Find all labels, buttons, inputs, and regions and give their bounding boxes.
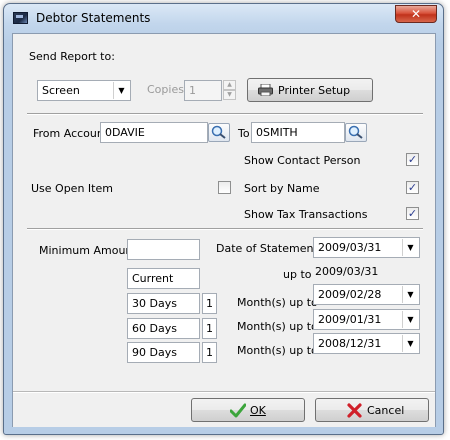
aging-60-months-input[interactable]: 1 bbox=[202, 318, 217, 339]
minimum-amount-label: Minimum Amount bbox=[39, 244, 137, 257]
show-tax-label: Show Tax Transactions bbox=[244, 208, 368, 221]
aging-30-label-field[interactable]: 30 Days bbox=[127, 293, 200, 314]
cancel-button[interactable]: Cancel bbox=[315, 398, 429, 422]
dialog-body: Send Report to: Screen ▼ Copies: 1 ▲ ▼ P… bbox=[12, 33, 436, 427]
show-contact-checkbox[interactable]: ✓ bbox=[406, 153, 419, 166]
destination-value: Screen bbox=[42, 84, 80, 97]
show-tax-checkbox[interactable]: ✓ bbox=[406, 207, 419, 220]
from-account-input[interactable]: 0DAVIE bbox=[100, 122, 208, 143]
aging-60-label-field[interactable]: 60 Days bbox=[127, 318, 200, 339]
chevron-down-icon[interactable]: ▼ bbox=[402, 311, 418, 328]
checkmark-icon bbox=[229, 403, 247, 421]
chevron-down-icon[interactable]: ▼ bbox=[402, 335, 418, 352]
separator-footer bbox=[13, 391, 435, 393]
aging-30-date-value: 2009/02/28 bbox=[318, 288, 382, 301]
printer-icon bbox=[258, 83, 273, 97]
up-to-label: up to bbox=[283, 268, 312, 281]
ok-label: OK bbox=[250, 404, 266, 417]
from-account-label: From Account bbox=[33, 127, 109, 140]
use-open-item-checkbox[interactable] bbox=[218, 181, 231, 194]
aging-60-months-label: Month(s) up to bbox=[237, 320, 318, 333]
aging-90-label-field[interactable]: 90 Days bbox=[127, 342, 200, 363]
spin-down-icon[interactable]: ▼ bbox=[223, 90, 236, 100]
send-report-label: Send Report to: bbox=[29, 50, 115, 63]
separator-middle bbox=[27, 228, 423, 230]
destination-select[interactable]: Screen ▼ bbox=[37, 80, 131, 101]
app-icon bbox=[13, 12, 28, 24]
current-field[interactable]: Current bbox=[127, 268, 200, 289]
aging-90-months-label: Month(s) up to bbox=[237, 344, 318, 357]
chevron-down-icon[interactable]: ▼ bbox=[402, 239, 418, 256]
use-open-item-label: Use Open Item bbox=[31, 182, 113, 195]
sort-by-name-checkbox[interactable]: ✓ bbox=[406, 181, 419, 194]
aging-30-months-label: Month(s) up to bbox=[237, 296, 318, 309]
sort-by-name-label: Sort by Name bbox=[244, 182, 320, 195]
dialog-window: Debtor Statements ✕ Send Report to: Scre… bbox=[3, 3, 444, 435]
minimum-amount-input[interactable] bbox=[127, 239, 200, 260]
aging-90-date-select[interactable]: 2008/12/31 ▼ bbox=[313, 333, 420, 354]
aging-30-months-input[interactable]: 1 bbox=[202, 293, 217, 314]
show-contact-label: Show Contact Person bbox=[244, 154, 361, 167]
cancel-label: Cancel bbox=[367, 404, 405, 417]
printer-setup-button[interactable]: Printer Setup bbox=[247, 78, 373, 102]
copies-label: Copies: bbox=[147, 83, 188, 96]
chevron-down-icon[interactable]: ▼ bbox=[113, 82, 129, 99]
aging-90-months-input[interactable]: 1 bbox=[202, 342, 217, 363]
to-account-input[interactable]: 0SMITH bbox=[251, 122, 345, 143]
separator-top bbox=[27, 113, 423, 115]
up-to-value: 2009/03/31 bbox=[315, 265, 379, 278]
date-of-statements-value: 2009/03/31 bbox=[318, 241, 382, 254]
copies-input[interactable]: 1 bbox=[184, 80, 222, 101]
spin-up-icon[interactable]: ▲ bbox=[223, 80, 236, 90]
date-of-statements-select[interactable]: 2009/03/31 ▼ bbox=[313, 237, 420, 258]
aging-60-date-value: 2009/01/31 bbox=[318, 313, 382, 326]
aging-30-date-select[interactable]: 2009/02/28 ▼ bbox=[313, 284, 420, 305]
title-bar[interactable]: Debtor Statements ✕ bbox=[4, 4, 443, 32]
button-bar: OK Cancel bbox=[13, 391, 435, 427]
chevron-down-icon[interactable]: ▼ bbox=[402, 286, 418, 303]
printer-setup-label: Printer Setup bbox=[278, 84, 351, 97]
ok-button[interactable]: OK bbox=[191, 398, 305, 422]
to-account-label: To bbox=[238, 127, 250, 140]
magnifier-icon[interactable] bbox=[345, 123, 367, 142]
red-x-icon bbox=[347, 403, 362, 421]
magnifier-icon[interactable] bbox=[208, 123, 230, 142]
date-of-statements-label: Date of Statements bbox=[216, 242, 324, 255]
close-button[interactable]: ✕ bbox=[395, 5, 437, 23]
window-title: Debtor Statements bbox=[36, 11, 151, 25]
aging-60-date-select[interactable]: 2009/01/31 ▼ bbox=[313, 309, 420, 330]
aging-90-date-value: 2008/12/31 bbox=[318, 337, 382, 350]
